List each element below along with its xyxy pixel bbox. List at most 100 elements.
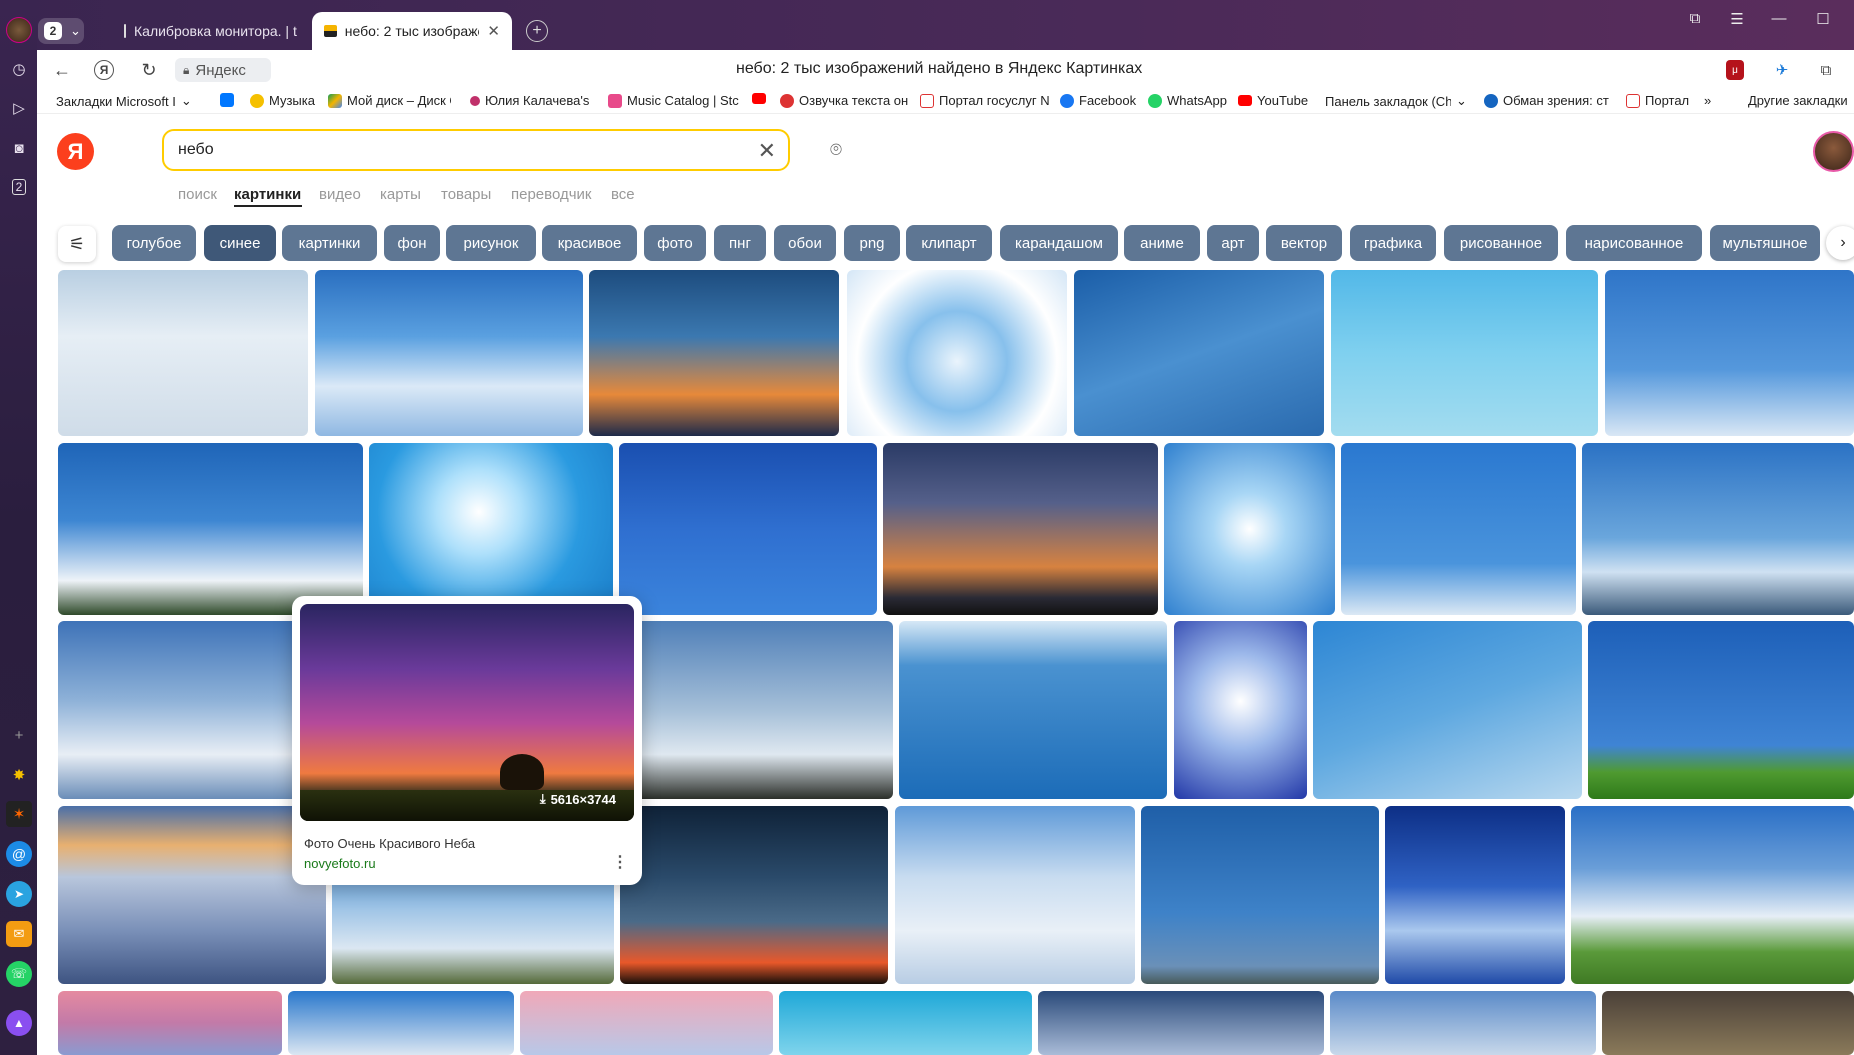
image-result[interactable] (1074, 270, 1324, 436)
image-result[interactable] (58, 443, 363, 615)
image-result[interactable] (1605, 270, 1854, 436)
image-result[interactable] (899, 621, 1167, 799)
bookmark-julia[interactable]: Юлия Калачева's (470, 93, 589, 108)
chip[interactable]: голубое (112, 225, 196, 261)
alice-icon[interactable]: ▲ (6, 1010, 32, 1036)
bookmark-music[interactable]: Музыка (250, 93, 315, 108)
image-result[interactable] (1330, 991, 1596, 1055)
bookmark-drive[interactable]: Мой диск – Диск G (328, 93, 451, 108)
bookmark-facebook[interactable]: Facebook (1060, 93, 1136, 108)
maximize-button[interactable]: ☐ (1808, 10, 1838, 28)
chip[interactable]: красивое (542, 225, 637, 261)
chip[interactable]: рисованное (1444, 225, 1558, 261)
add-panel-icon[interactable]: + (6, 722, 32, 748)
bookmark-music-catalog[interactable]: Music Catalog | Stc (608, 93, 739, 108)
image-search-camera-icon[interactable]: ⌾ (822, 137, 850, 163)
service-tab-maps[interactable]: карты (380, 186, 421, 203)
chip[interactable]: фон (384, 225, 440, 261)
profile-avatar[interactable] (6, 17, 32, 43)
image-hover-card[interactable]: ⤓ 5616×3744 Фото Очень Красивого Неба no… (292, 596, 642, 885)
image-result[interactable] (895, 806, 1135, 984)
bookmarks-overflow-icon[interactable]: » (1704, 93, 1711, 108)
mail-icon[interactable]: ✉ (6, 921, 32, 947)
image-result[interactable] (619, 443, 877, 615)
chip[interactable]: карандашом (1000, 225, 1118, 261)
user-avatar[interactable] (1813, 131, 1854, 172)
tab-counter-button[interactable]: 2 ⌄ (38, 18, 84, 44)
ublock-icon[interactable]: μ (1726, 60, 1744, 80)
yandex-logo[interactable]: Я (57, 133, 94, 170)
menu-icon[interactable]: ☰ (1722, 10, 1752, 28)
bookmark-folder-panel[interactable]: Панель закладок (Ch ⌄ (1325, 93, 1467, 109)
image-result[interactable] (1571, 806, 1854, 984)
service-tab-images[interactable]: картинки (234, 186, 301, 203)
chip[interactable]: нарисованное (1566, 225, 1702, 261)
bookmark-youtube-small[interactable] (752, 93, 766, 104)
bookmark-manager-icon[interactable]: ⧉ (1680, 10, 1710, 27)
chip[interactable]: обои (774, 225, 836, 261)
back-icon[interactable]: ← (50, 58, 74, 82)
image-result[interactable] (1174, 621, 1307, 799)
chip[interactable]: вектор (1266, 225, 1342, 261)
image-size-badge[interactable]: ⤓ 5616×3744 (540, 791, 616, 807)
play-icon[interactable]: ▷ (6, 95, 32, 121)
bookmark-whatsapp[interactable]: WhatsApp (1148, 93, 1227, 108)
bookmark-folder-microsoft[interactable]: Закладки Microsoft I ⌄ (56, 93, 192, 109)
clear-search-icon[interactable]: ✕ (758, 138, 776, 164)
image-result[interactable] (779, 991, 1032, 1055)
image-result[interactable] (620, 806, 888, 984)
filters-button[interactable]: ⚟ (58, 226, 96, 262)
chip[interactable]: пнг (714, 225, 766, 261)
image-result[interactable] (1385, 806, 1565, 984)
extension-icon[interactable]: ✈ (1770, 58, 1794, 82)
chip[interactable]: мультяшное (1710, 225, 1820, 261)
image-result[interactable] (1141, 806, 1379, 984)
whatsapp-icon[interactable]: ☏ (6, 961, 32, 987)
yandex-home-icon[interactable]: Я (94, 60, 114, 80)
chip[interactable]: аниме (1124, 225, 1200, 261)
tab-sky-images[interactable]: небо: 2 тыс изображен ✕ (312, 12, 512, 50)
image-result[interactable] (315, 270, 583, 436)
sun-app-icon[interactable]: ✸ (6, 762, 32, 788)
telegram-icon[interactable]: ➤ (6, 881, 32, 907)
image-result[interactable] (58, 621, 298, 799)
mail-at-icon[interactable]: @ (6, 841, 32, 867)
hover-card-title[interactable]: Фото Очень Красивого Неба (304, 836, 475, 851)
chip[interactable]: клипарт (906, 225, 992, 261)
chip[interactable]: png (844, 225, 900, 261)
image-result[interactable] (58, 270, 308, 436)
kinopoisk-icon[interactable]: ✶ (6, 801, 32, 827)
image-result[interactable] (1313, 621, 1582, 799)
image-result[interactable] (369, 443, 613, 615)
sidebar-tabs-button[interactable]: 2 (6, 174, 32, 200)
image-result[interactable] (1164, 443, 1335, 615)
bookmark-other[interactable]: Другие закладки (1748, 93, 1848, 108)
chips-next-arrow-icon[interactable]: › (1826, 226, 1854, 260)
image-result[interactable] (1602, 991, 1854, 1055)
image-result[interactable] (883, 443, 1158, 615)
camera-icon[interactable]: ◙ (6, 135, 32, 161)
minimize-button[interactable]: — (1764, 10, 1794, 27)
chip[interactable]: синее (204, 225, 276, 261)
image-result[interactable] (520, 991, 773, 1055)
image-result[interactable] (58, 991, 282, 1055)
service-tab-goods[interactable]: товары (441, 186, 491, 203)
image-result[interactable] (1331, 270, 1598, 436)
image-result[interactable] (589, 270, 839, 436)
image-result[interactable] (1038, 991, 1324, 1055)
image-result[interactable] (58, 806, 326, 984)
chip[interactable]: арт (1207, 225, 1259, 261)
close-tab-icon[interactable]: ✕ (487, 22, 500, 40)
bookmark-portal[interactable]: Портал (1626, 93, 1689, 108)
bookmark-illusion[interactable]: Обман зрения: ст (1484, 93, 1609, 108)
image-result[interactable] (1582, 443, 1854, 615)
image-result[interactable] (288, 991, 514, 1055)
bookmark-gosuslugi[interactable]: Портал госуслуг N (920, 93, 1050, 108)
image-result[interactable] (1588, 621, 1854, 799)
hover-card-image[interactable]: ⤓ 5616×3744 (300, 604, 634, 821)
chip[interactable]: фото (644, 225, 706, 261)
service-tab-search[interactable]: поиск (178, 186, 217, 203)
search-input[interactable]: небо ✕ (162, 129, 790, 171)
more-options-icon[interactable]: ⋮ (612, 852, 628, 872)
image-result[interactable] (847, 270, 1067, 436)
